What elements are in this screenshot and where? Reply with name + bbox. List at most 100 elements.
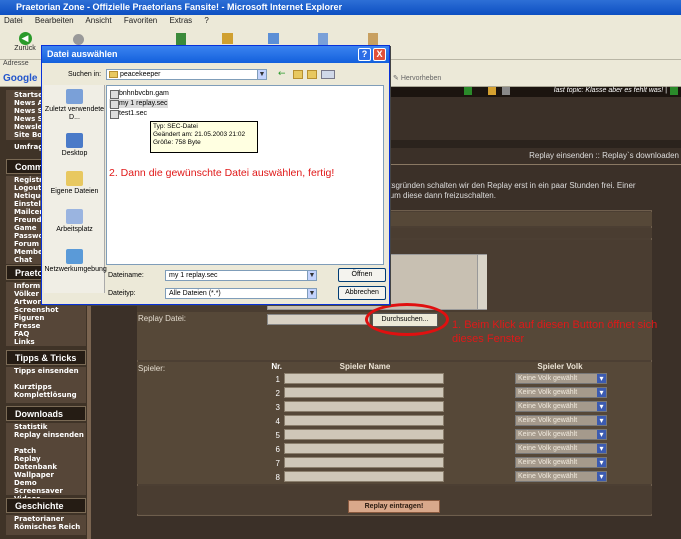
sidebar-item[interactable]: Römisches Reich — [14, 523, 86, 531]
player-volk-select[interactable]: Keine Volk gewählt — [515, 443, 607, 454]
player-volk-select[interactable]: Keine Volk gewählt — [515, 401, 607, 412]
sidebar-item[interactable]: Figuren — [14, 314, 86, 322]
player-volk-select[interactable]: Keine Volk gewählt — [515, 471, 607, 482]
replay-file-label: Replay Datei: — [138, 314, 187, 323]
col-name-header: Spieler Name — [339, 362, 391, 371]
sidebar-item[interactable]: Demo — [14, 479, 86, 487]
places-bar: Zuletzt verwendete D... Desktop Eigene D… — [44, 85, 107, 293]
menu-ansicht[interactable]: Ansicht — [85, 16, 111, 25]
col-nr-header: Nr. — [271, 362, 282, 371]
sidebar-item — [14, 375, 86, 383]
home-icon[interactable] — [222, 33, 233, 44]
player-volk-select[interactable]: Keine Volk gewählt — [515, 429, 607, 440]
sidebar-item[interactable]: Praetorianer — [14, 515, 86, 523]
forward-icon[interactable] — [73, 34, 84, 45]
sidebar-item[interactable]: FAQ — [14, 330, 86, 338]
sidebar-downloads-list: Statistik Replay einsenden Patch Replay … — [6, 423, 86, 503]
spieler-label: Spieler: — [138, 364, 166, 373]
refresh-icon[interactable] — [176, 33, 186, 45]
player-name-input[interactable] — [284, 387, 444, 398]
player-nr: 4 — [275, 417, 280, 426]
highlighter-icon: ✎ — [393, 75, 401, 82]
player-volk-select[interactable]: Keine Volk gewählt — [515, 373, 607, 384]
back-button[interactable]: ◀ Zurück — [10, 32, 40, 58]
google-logo[interactable]: Google — [3, 73, 37, 84]
sidebar-item[interactable]: Patch — [14, 447, 86, 455]
player-name-input[interactable] — [284, 471, 444, 482]
file-list: bnhnbvcbn.gam my 1 replay.sec test1.sec … — [106, 85, 384, 265]
filename-input[interactable]: my 1 replay.sec ▼ — [165, 270, 317, 281]
sidebar-header-downloads: Downloads — [6, 406, 86, 421]
lookin-combo[interactable]: peacekeeper ▼ — [106, 69, 267, 80]
replay-file-input[interactable] — [267, 314, 370, 325]
player-volk-select[interactable]: Keine Volk gewählt — [515, 415, 607, 426]
file-item-selected[interactable]: my 1 replay.sec — [109, 99, 168, 109]
paste-icon[interactable] — [368, 33, 378, 45]
sidebar-item[interactable]: Replay Datenbank — [14, 455, 86, 471]
close-button[interactable]: X — [373, 48, 386, 61]
open-button[interactable]: Öffnen — [338, 268, 386, 282]
annotation-1: 1. Beim Klick auf diesen Button öffnet s… — [452, 319, 658, 345]
place-network[interactable]: Netzwerkumgebung — [44, 249, 107, 274]
dialog-title: Datei auswählen — [42, 46, 389, 63]
help-button[interactable]: ? — [358, 48, 371, 61]
menu-extras[interactable]: Extras — [169, 16, 192, 25]
cancel-button[interactable]: Abbrechen — [338, 286, 386, 300]
submit-replay-button[interactable]: Replay eintragen! — [348, 500, 440, 513]
player-volk-select[interactable]: Keine Volk gewählt — [515, 457, 607, 468]
player-name-input[interactable] — [284, 443, 444, 454]
sidebar-item[interactable]: Statistik — [14, 423, 86, 431]
player-name-input[interactable] — [284, 429, 444, 440]
file-item[interactable]: bnhnbvcbn.gam — [109, 89, 169, 99]
place-my-computer[interactable]: Arbeitsplatz — [44, 209, 105, 234]
file-item[interactable]: test1.sec — [109, 109, 147, 119]
player-name-input[interactable] — [284, 401, 444, 412]
sidebar-item[interactable]: Tipps einsenden — [14, 367, 86, 375]
sidebar-item[interactable]: Screenshot — [14, 306, 86, 314]
users-icon[interactable] — [488, 87, 496, 95]
player-nr: 5 — [275, 431, 280, 440]
textarea-scrollbar[interactable] — [477, 255, 487, 309]
place-desktop[interactable]: Desktop — [44, 133, 105, 158]
sidebar-item[interactable]: Links — [14, 338, 86, 346]
last-topic[interactable]: last topic: Klasse aber es fehlt was! | — [464, 87, 681, 97]
player-nr: 7 — [275, 459, 280, 468]
up-folder-icon[interactable] — [293, 70, 303, 79]
grid-icon[interactable] — [502, 87, 510, 95]
menu-help[interactable]: ? — [204, 16, 208, 25]
breadcrumb: Replay einsenden :: Replay`s downloaden — [529, 151, 679, 160]
col-volk-header: Spieler Volk — [537, 362, 583, 371]
arrow-right-icon[interactable] — [670, 87, 678, 95]
filetype-select[interactable]: Alle Dateien (*.*) ▼ — [165, 288, 317, 299]
sidebar-item[interactable]: Kurztipps — [14, 383, 86, 391]
lookin-label: Suchen in: — [68, 71, 102, 78]
new-folder-icon[interactable] — [307, 70, 317, 79]
copy-icon[interactable] — [318, 33, 328, 45]
sidebar-item[interactable]: Presse — [14, 322, 86, 330]
view-menu-icon[interactable] — [321, 70, 335, 79]
player-volk-select[interactable]: Keine Volk gewählt — [515, 387, 607, 398]
history-icon[interactable] — [268, 33, 279, 44]
menu-favoriten[interactable]: Favoriten — [124, 16, 157, 25]
sidebar-item[interactable]: Screensaver — [14, 487, 86, 495]
annotation-2: 2. Dann die gewünschte Datei auswählen, … — [109, 167, 335, 179]
sidebar-item[interactable]: Wallpaper — [14, 471, 86, 479]
arrow-left-icon[interactable] — [464, 87, 472, 95]
player-name-input[interactable] — [284, 415, 444, 426]
desktop-icon — [66, 133, 83, 148]
my-documents-icon — [66, 171, 83, 186]
sidebar-header-geschichte: Geschichte — [6, 498, 86, 513]
folder-icon — [109, 71, 118, 78]
hervorheben-button[interactable]: ✎ Hervorheben — [393, 74, 441, 82]
back-icon[interactable]: ← — [278, 70, 288, 79]
sidebar-item[interactable]: Komplettlösung — [14, 391, 86, 399]
player-name-input[interactable] — [284, 373, 444, 384]
menu-datei[interactable]: Datei — [4, 16, 23, 25]
place-recent[interactable]: Zuletzt verwendete D... — [44, 89, 105, 122]
player-nr: 6 — [275, 445, 280, 454]
player-name-input[interactable] — [284, 457, 444, 468]
chevron-down-icon: ▼ — [257, 70, 266, 79]
place-my-documents[interactable]: Eigene Dateien — [44, 171, 105, 196]
menu-bearbeiten[interactable]: Bearbeiten — [35, 16, 74, 25]
sidebar-item[interactable]: Replay einsenden — [14, 431, 86, 439]
